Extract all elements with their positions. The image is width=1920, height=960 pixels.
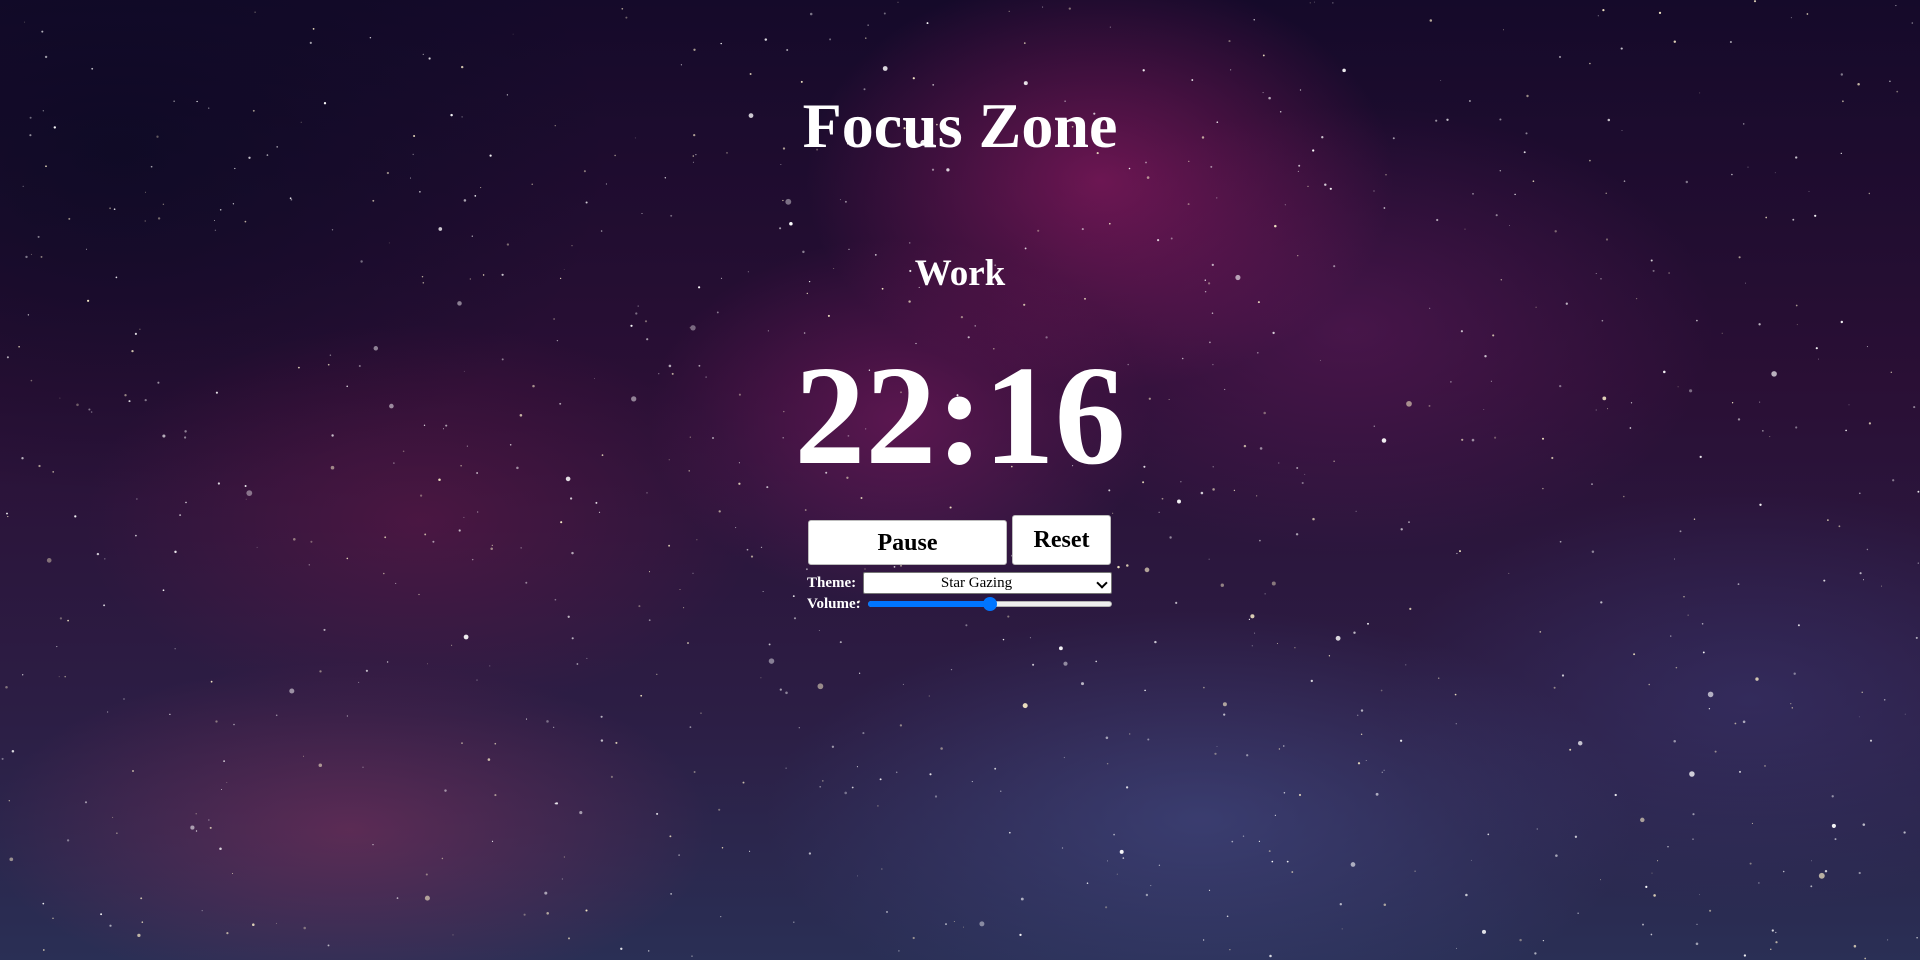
chevron-down-icon <box>1096 577 1108 589</box>
volume-label: Volume: <box>807 596 861 612</box>
volume-slider-thumb[interactable] <box>983 597 997 611</box>
reset-button[interactable]: Reset <box>1012 515 1111 565</box>
theme-select-value: Star Gazing <box>940 575 1013 591</box>
theme-select[interactable]: Star Gazing <box>863 572 1112 594</box>
focus-timer-app: Focus Zone Work 22:16 Pause Reset Theme:… <box>0 0 1920 960</box>
page-title: Focus Zone <box>802 90 1118 161</box>
phase-label: Work <box>914 253 1006 294</box>
pause-button[interactable]: Pause <box>808 520 1007 565</box>
theme-label: Theme: <box>807 575 857 591</box>
volume-slider[interactable] <box>868 596 1112 612</box>
timer-display: 22:16 <box>794 336 1126 494</box>
volume-slider-fill <box>868 601 990 607</box>
